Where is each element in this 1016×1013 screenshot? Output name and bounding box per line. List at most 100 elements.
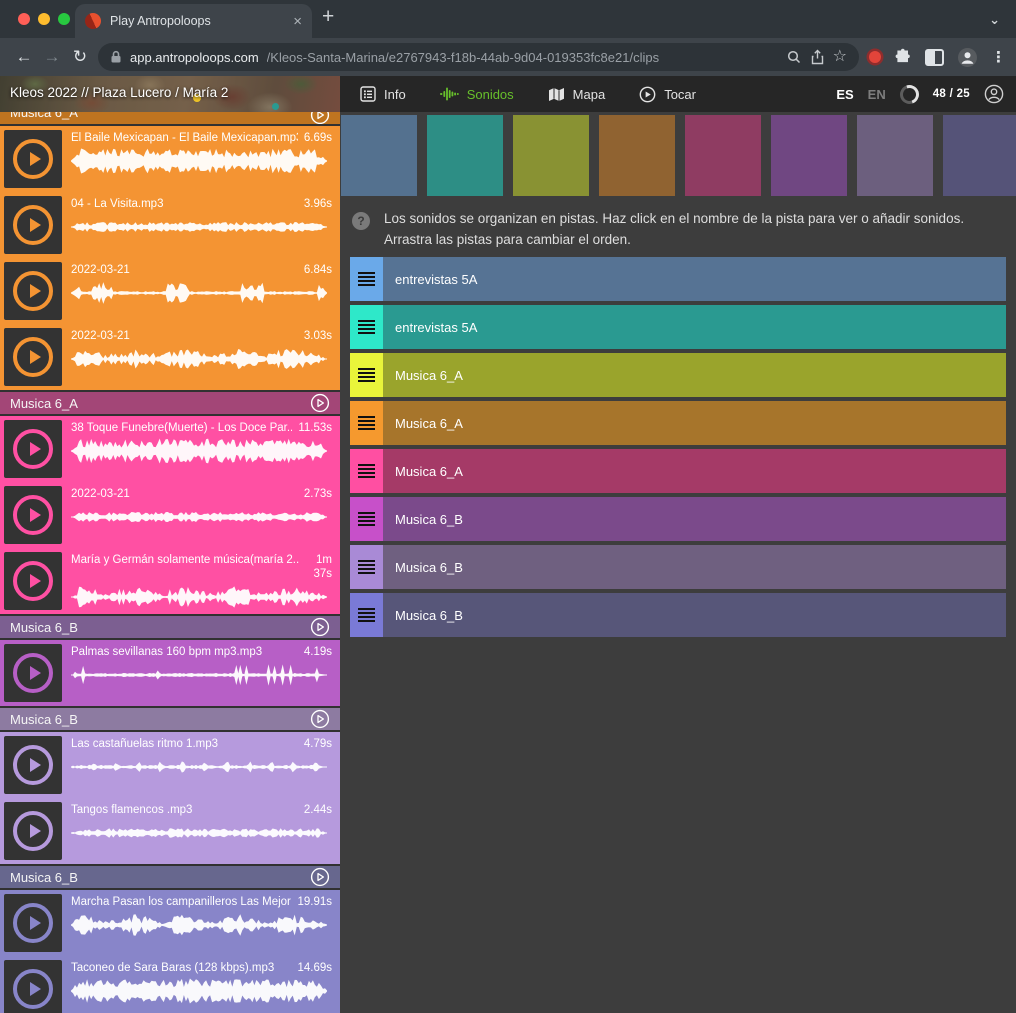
track-name-button[interactable]: entrevistas 5A (383, 305, 1006, 349)
track-row[interactable]: Musica 6_A (350, 353, 1006, 397)
drag-handle-bar (358, 568, 375, 570)
extensions-puzzle-icon[interactable] (894, 48, 912, 66)
track-row[interactable]: Musica 6_B (350, 497, 1006, 541)
zoom-search-icon[interactable] (786, 49, 802, 65)
section-clips: Palmas sevillanas 160 bpm mp3.mp34.19s (0, 640, 340, 706)
tab-close-icon[interactable]: × (293, 14, 302, 29)
window-close-button[interactable] (18, 13, 30, 25)
track-name-button[interactable]: Musica 6_B (383, 545, 1006, 589)
nav-tab-tocar[interactable]: Tocar (639, 86, 696, 103)
clip-waveform[interactable] (71, 346, 327, 372)
track-row[interactable]: Musica 6_A (350, 449, 1006, 493)
clip-play-button[interactable] (4, 552, 62, 610)
track-color-swatch[interactable] (943, 115, 1016, 196)
clip-play-button[interactable] (4, 486, 62, 544)
nav-tab-sonidos[interactable]: Sonidos (440, 86, 514, 102)
track-row[interactable]: entrevistas 5A (350, 257, 1006, 301)
clip-play-button[interactable] (4, 802, 62, 860)
track-row[interactable]: entrevistas 5A (350, 305, 1006, 349)
track-color-swatch[interactable] (341, 115, 417, 196)
clip-waveform[interactable] (71, 754, 327, 780)
clip-info: María y Germán solamente música(maría 2.… (62, 548, 340, 614)
clip-name-row: Marcha Pasan los campanilleros Las Mejor… (71, 895, 332, 909)
clip-play-button[interactable] (4, 894, 62, 952)
browser-tab[interactable]: Play Antropoloops × (75, 4, 312, 38)
track-drag-handle[interactable] (350, 401, 383, 445)
clip-waveform[interactable] (71, 280, 327, 306)
nav-tab-mapa[interactable]: Mapa (548, 87, 606, 102)
account-icon[interactable] (984, 84, 1004, 104)
clip-waveform[interactable] (71, 148, 327, 174)
section-header-musica-6-b[interactable]: Musica 6_B (0, 708, 340, 730)
clip-play-button[interactable] (4, 328, 62, 386)
track-row[interactable]: Musica 6_B (350, 593, 1006, 637)
clip-waveform[interactable] (71, 504, 327, 530)
play-section-icon[interactable] (310, 393, 330, 413)
play-section-icon[interactable] (310, 112, 330, 124)
clip-waveform[interactable] (71, 978, 327, 1004)
address-bar[interactable]: app.antropoloops.com/Kleos-Santa-Marina/… (98, 43, 859, 71)
clip-play-button[interactable] (4, 130, 62, 188)
forward-button[interactable]: → (38, 47, 66, 67)
track-color-swatch[interactable] (857, 115, 933, 196)
track-name-button[interactable]: Musica 6_A (383, 353, 1006, 397)
track-drag-handle[interactable] (350, 353, 383, 397)
clip-waveform[interactable] (71, 214, 327, 240)
clip-waveform[interactable] (71, 662, 327, 688)
profile-avatar[interactable] (957, 47, 978, 68)
clip-play-button[interactable] (4, 420, 62, 478)
reload-button[interactable]: ↻ (66, 47, 94, 67)
play-section-icon[interactable] (310, 709, 330, 729)
track-color-swatch[interactable] (427, 115, 503, 196)
window-zoom-button[interactable] (58, 13, 70, 25)
section-header-musica-6-b[interactable]: Musica 6_B (0, 616, 340, 638)
track-name-button[interactable]: entrevistas 5A (383, 257, 1006, 301)
window-minimize-button[interactable] (38, 13, 50, 25)
track-name-button[interactable]: Musica 6_A (383, 401, 1006, 445)
clip-play-button[interactable] (4, 736, 62, 794)
track-color-swatch[interactable] (771, 115, 847, 196)
track-drag-handle[interactable] (350, 593, 383, 637)
track-drag-handle[interactable] (350, 545, 383, 589)
clip-play-button[interactable] (4, 196, 62, 254)
clip-name-row: 2022-03-216.84s (71, 263, 332, 277)
section-header-musica-6-b[interactable]: Musica 6_B (0, 866, 340, 888)
play-triangle-icon (30, 350, 41, 364)
track-row[interactable]: Musica 6_A (350, 401, 1006, 445)
language-en-button[interactable]: EN (868, 87, 886, 102)
clip-waveform[interactable] (71, 584, 327, 610)
track-color-swatch[interactable] (513, 115, 589, 196)
tab-search-chevron-icon[interactable]: ⌄ (989, 12, 1000, 28)
screen-recording-indicator-icon[interactable] (869, 51, 881, 63)
track-color-swatch[interactable] (685, 115, 761, 196)
project-cover-image[interactable]: Kleos 2022 // Plaza Lucero / María 2 (0, 76, 340, 112)
track-color-swatch[interactable] (599, 115, 675, 196)
clip-play-button[interactable] (4, 644, 62, 702)
track-drag-handle[interactable] (350, 449, 383, 493)
clip-play-button[interactable] (4, 960, 62, 1013)
section-header-musica-6-a[interactable]: Musica 6_A (0, 112, 340, 124)
bookmark-star-icon[interactable]: ☆ (833, 49, 847, 65)
track-name-button[interactable]: Musica 6_B (383, 593, 1006, 637)
browser-menu-kebab-icon[interactable]: ⋮ (991, 48, 1006, 66)
share-icon[interactable] (810, 49, 825, 65)
section-header-musica-6-a[interactable]: Musica 6_A (0, 392, 340, 414)
new-tab-button[interactable]: + (322, 5, 334, 29)
track-name-button[interactable]: Musica 6_B (383, 497, 1006, 541)
clip-waveform[interactable] (71, 912, 327, 938)
track-drag-handle[interactable] (350, 257, 383, 301)
clip-waveform[interactable] (71, 438, 327, 464)
language-es-button[interactable]: ES (836, 87, 853, 102)
play-section-icon[interactable] (310, 867, 330, 887)
track-drag-handle[interactable] (350, 305, 383, 349)
track-row[interactable]: Musica 6_B (350, 545, 1006, 589)
nav-tab-info[interactable]: Info (360, 86, 406, 102)
track-drag-handle[interactable] (350, 497, 383, 541)
side-panel-icon[interactable] (925, 49, 944, 66)
track-name-button[interactable]: Musica 6_A (383, 449, 1006, 493)
clip-name: Taconeo de Sara Baras (128 kbps).mp3 (71, 961, 291, 975)
clip-waveform[interactable] (71, 820, 327, 846)
play-section-icon[interactable] (310, 617, 330, 637)
clip-play-button[interactable] (4, 262, 62, 320)
back-button[interactable]: ← (10, 47, 38, 67)
